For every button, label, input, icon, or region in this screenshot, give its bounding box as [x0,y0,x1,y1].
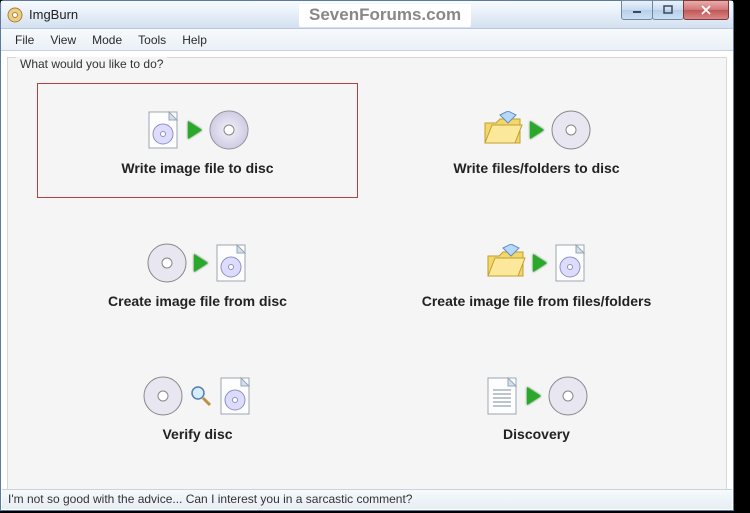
disc-icon [547,375,589,417]
arrow-icon [527,387,541,405]
disc-icon [142,375,184,417]
action-write-image-to-disc[interactable]: Write image file to disc [28,74,367,207]
magnifier-icon [190,385,212,407]
action-verify-disc[interactable]: Verify disc [28,341,367,474]
data-file-icon [485,376,521,416]
disc-icon [146,242,188,284]
arrow-icon [530,121,544,139]
close-button[interactable] [683,0,729,20]
image-file-icon [214,243,250,283]
app-window: ImgBurn SevenForums.com File View Mode T… [0,0,734,511]
maximize-button[interactable] [652,0,684,20]
action-grid: Write image file to disc Write files/fol… [8,72,726,482]
menu-tools[interactable]: Tools [130,31,174,49]
app-icon [7,7,23,23]
image-file-icon [553,243,589,283]
status-text: I'm not so good with the advice... Can I… [8,492,412,506]
action-create-image-from-files[interactable]: Create image file from files/folders [367,207,706,340]
action-label: Discovery [503,426,570,442]
panel-title: What would you like to do? [16,57,167,71]
action-discovery[interactable]: Discovery [367,341,706,474]
action-label: Create image file from disc [108,293,287,309]
menu-view[interactable]: View [42,31,84,49]
action-label: Write files/folders to disc [453,160,619,176]
app-title: ImgBurn [29,7,78,22]
action-create-image-from-disc[interactable]: Create image file from disc [28,207,367,340]
folder-icon [485,244,527,282]
image-file-icon [218,376,254,416]
action-write-files-to-disc[interactable]: Write files/folders to disc [367,74,706,207]
menu-file[interactable]: File [7,31,42,49]
folder-icon [482,111,524,149]
watermark: SevenForums.com [299,4,471,27]
minimize-button[interactable] [621,0,653,20]
statusbar: I'm not so good with the advice... Can I… [2,489,732,509]
menubar: File View Mode Tools Help [1,29,733,51]
arrow-icon [533,254,547,272]
menu-mode[interactable]: Mode [84,31,130,49]
window-controls [622,0,729,20]
action-label: Verify disc [162,426,232,442]
arrow-icon [188,121,202,139]
menu-help[interactable]: Help [174,31,215,49]
disc-icon [550,109,592,151]
image-file-icon [146,110,182,150]
action-label: Write image file to disc [121,160,273,176]
disc-icon [208,109,250,151]
main-panel: What would you like to do? Write image f… [7,57,727,491]
titlebar: ImgBurn SevenForums.com [1,1,733,29]
arrow-icon [194,254,208,272]
action-label: Create image file from files/folders [422,293,652,309]
